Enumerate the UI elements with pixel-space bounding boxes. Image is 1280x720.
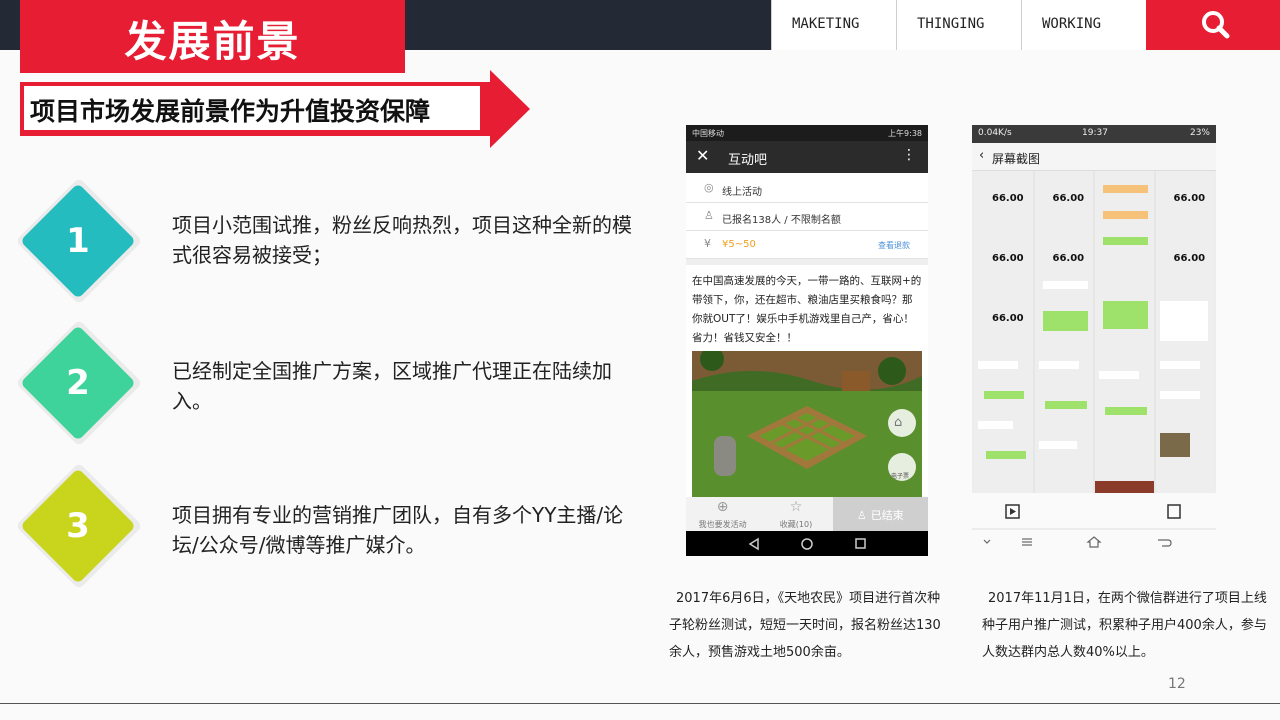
star-icon: ☆ [789, 499, 803, 515]
home-nav-icon [1086, 536, 1102, 548]
event-type-row: ◎ 线上活动 [686, 175, 928, 203]
event-description: 在中国高速发展的今天，一带一路的、互联网+的带领下，你，还在超市、粮油店里买粮食… [686, 265, 928, 351]
android-nav-bar [686, 531, 928, 556]
menu-item-maketing[interactable]: MAKETING [771, 0, 896, 50]
phone-tab-bar: ⊕ 我也要发活动 ☆ 收藏(10) ♙ 已结束 [686, 497, 928, 531]
phone2-title-bar: ‹ 屏幕截图 [972, 143, 1216, 171]
tab-favorite: ☆ 收藏(10) [759, 497, 832, 531]
close-icon: ✕ [696, 146, 710, 165]
search-button[interactable] [1146, 0, 1280, 50]
page-number: 12 [1168, 676, 1186, 692]
chat-screenshots-grid: 66.00 66.00 66.00 66.00 66.00 66.00 66.0… [974, 171, 1214, 493]
back-arrow-icon: ‹ [979, 148, 985, 163]
tab-create-event: ⊕ 我也要发活动 [686, 497, 759, 531]
point-2-number: 2 [66, 363, 90, 403]
title-box: 发展前景 [20, 0, 405, 73]
price-row: ¥ ¥5~50 查看退款 [686, 231, 928, 259]
point-3-text: 项目拥有专业的营销推广团队，自有多个YY主播/论坛/公众号/微博等推广媒介。 [172, 503, 624, 557]
home-icon: ⌂ [894, 415, 903, 430]
chat-column: 66.00 66.00 [1034, 171, 1093, 493]
wechat-screenshot: 0.04K/s 19:37 23% ‹ 屏幕截图 66.00 66.00 66.… [972, 125, 1216, 557]
person-icon: ♙ [704, 209, 714, 222]
caption-right: 2017年11月1日，在两个微信群进行了项目上线种子用户推广测试，积累种子用户4… [982, 591, 1267, 660]
menu-item-thinging[interactable]: THINGING [896, 0, 1021, 50]
caption-left: 2017年6月6日，《天地农民》项目进行首次种子轮粉丝测试，短短一天时间，报名粉… [669, 591, 941, 660]
menu-item-working[interactable]: WORKING [1021, 0, 1146, 50]
farm-game-image [692, 351, 922, 497]
point-1-number: 1 [66, 221, 90, 261]
chat-column: 66.00 66.00 [1155, 171, 1214, 493]
chat-column: 66.00 66.00 66.00 [974, 171, 1033, 493]
edit-icon [1167, 504, 1181, 519]
recent-apps-icon [855, 538, 866, 549]
point-3-number: 3 [66, 506, 90, 546]
subtitle-banner: 项目市场发展前景作为升值投资保障 [20, 70, 530, 148]
phone2-bottom-bar [972, 493, 1216, 557]
phone-title-bar: ✕ 互动吧 ⋮ [686, 141, 928, 173]
subtitle-text: 项目市场发展前景作为升值投资保障 [30, 97, 431, 126]
signup-row: ♙ 已报名138人 / 不限制名额 [686, 203, 928, 231]
back-icon [1158, 539, 1172, 547]
point-2-text: 已经制定全国推广方案，区域推广代理正在陆续加入。 [172, 359, 612, 413]
bottom-divider [0, 703, 1280, 704]
chevron-down-icon [983, 539, 991, 544]
search-icon [1202, 11, 1230, 39]
tab-ended: ♙ 已结束 [832, 497, 928, 531]
page-title: 发展前景 [124, 17, 301, 66]
point-1-text: 项目小范围试推，粉丝反响热烈，项目这种全新的模式很容易被接受； [172, 213, 632, 267]
phone2-status-bar: 0.04K/s 19:37 23% [972, 125, 1216, 143]
yen-icon: ¥ [704, 237, 711, 250]
location-icon: ◎ [704, 181, 714, 194]
top-menu: MAKETING THINGING WORKING [771, 0, 1146, 50]
plus-circle-icon: ⊕ [716, 499, 729, 515]
chat-column [1095, 171, 1154, 493]
user-icon: ♙ [856, 509, 867, 522]
home-nav-icon [801, 538, 813, 550]
phone-status-bar: 中国移动 上午9:38 [686, 125, 928, 141]
event-screenshot: 中国移动 上午9:38 ✕ 互动吧 ⋮ ◎ 线上活动 ♙ 已报名138人 / 不… [686, 125, 928, 556]
back-icon [748, 537, 759, 551]
more-icon: ⋮ [902, 147, 916, 163]
